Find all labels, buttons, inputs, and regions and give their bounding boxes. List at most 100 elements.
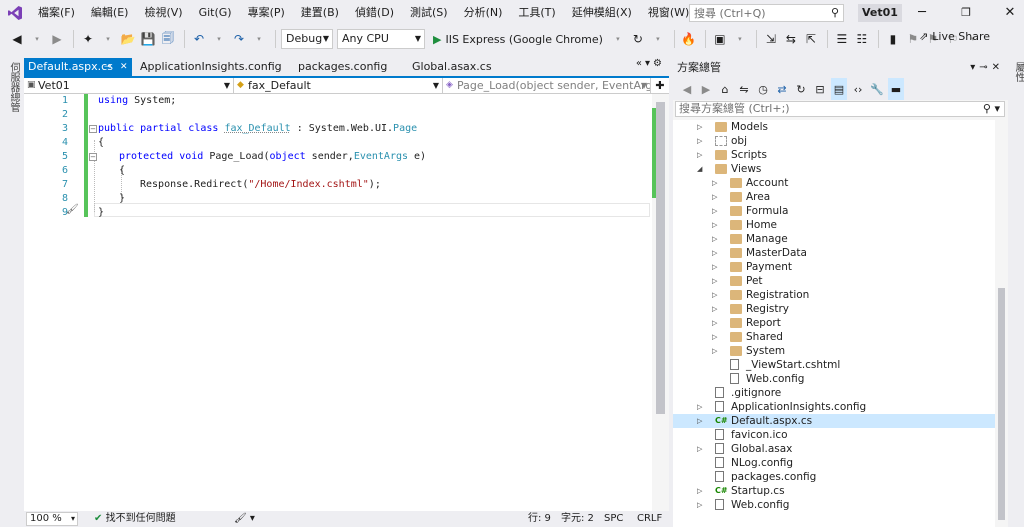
solution-explorer-search-input[interactable]: 搜尋方案總管 (Ctrl+;) ⚲ ▾	[675, 101, 1005, 117]
tree-item[interactable]: ▷ C# Default.aspx.cs	[673, 414, 995, 428]
collapsed-chevron-icon[interactable]: ▷	[712, 330, 717, 344]
expanded-chevron-icon[interactable]: ◢	[697, 162, 702, 176]
refresh-icon[interactable]: ↻	[793, 78, 809, 100]
undo-icon[interactable]: ↶	[190, 28, 208, 50]
settings-gear-icon[interactable]: ⚙	[653, 58, 665, 69]
code-cleanup-brush-icon[interactable]: 🖌	[66, 204, 79, 215]
code-editor[interactable]: 1 2 3 4 5 6 7 8 9 🖌 − − using System; public par…	[24, 94, 669, 511]
minimize-button[interactable]: ─	[902, 0, 942, 26]
tree-item[interactable]: ▷ Manage	[673, 232, 995, 246]
menu-item[interactable]: 專案(P)	[240, 0, 293, 26]
platform-select[interactable]: Any CPU ▼	[337, 29, 425, 49]
close-icon[interactable]: ✕	[120, 58, 128, 76]
switch-views-icon[interactable]: ⇋	[736, 78, 752, 100]
tree-item[interactable]: favicon.ico	[673, 428, 995, 442]
close-window-button[interactable]: ✕	[990, 0, 1024, 26]
solution-tree[interactable]: ▷ Models ▷ obj ▷ Scripts ◢ Views ▷ Account ▷ Area ▷ F…	[673, 120, 995, 527]
tree-item[interactable]: NLog.config	[673, 456, 995, 470]
properties-wrench-icon[interactable]: 🔧	[869, 78, 885, 100]
line-number-status[interactable]: 行: 9	[528, 511, 551, 527]
pending-changes-filter-icon[interactable]: ◷	[755, 78, 771, 100]
close-icon[interactable]: ✕	[992, 62, 1004, 73]
menu-item[interactable]: 工具(T)	[510, 0, 563, 26]
tree-item[interactable]: ▷ Formula	[673, 204, 995, 218]
start-debugging-button[interactable]: ▶ IIS Express (Google Chrome)	[429, 28, 607, 50]
tree-item[interactable]: ▷ Registration	[673, 288, 995, 302]
server-explorer-tab[interactable]: 伺服器總管	[6, 62, 21, 112]
tree-item[interactable]: ▷ Scripts	[673, 148, 995, 162]
code-cleanup-status-icon[interactable]: 🖌 ▾	[234, 511, 255, 527]
view-code-icon[interactable]: ‹›	[850, 78, 866, 100]
line-ending-status[interactable]: CRLF	[637, 511, 662, 527]
menu-item[interactable]: 檢視(V)	[136, 0, 190, 26]
collapsed-chevron-icon[interactable]: ▷	[697, 400, 702, 414]
menu-item[interactable]: 檔案(F)	[30, 0, 83, 26]
column-status[interactable]: 字元: 2	[561, 511, 594, 527]
zoom-select[interactable]: 100 % ▾	[26, 512, 78, 526]
configuration-select[interactable]: Debug ▼	[281, 29, 333, 49]
screenshot-icon[interactable]: ▣	[711, 28, 729, 50]
tree-item[interactable]: _ViewStart.cshtml	[673, 358, 995, 372]
undo-dropdown-icon[interactable]: ▾	[210, 28, 228, 50]
collapsed-chevron-icon[interactable]: ▷	[712, 274, 717, 288]
collapsed-chevron-icon[interactable]: ▷	[697, 414, 702, 428]
menu-item[interactable]: 分析(N)	[456, 0, 511, 26]
menu-item[interactable]: 延伸模組(X)	[564, 0, 640, 26]
tree-item[interactable]: ▷ Home	[673, 218, 995, 232]
split-editor-icon[interactable]: ✚	[651, 78, 669, 93]
class-dropdown[interactable]: ◆ fax_Default ▼	[234, 78, 443, 93]
navigate-forward-icon[interactable]: ▶	[48, 28, 66, 50]
collapsed-chevron-icon[interactable]: ▷	[712, 344, 717, 358]
collapsed-chevron-icon[interactable]: ▷	[697, 442, 702, 456]
collapse-all-icon[interactable]: ⊟	[812, 78, 828, 100]
collapsed-chevron-icon[interactable]: ▷	[712, 218, 717, 232]
redo-dropdown-icon[interactable]: ▾	[250, 28, 268, 50]
tree-item[interactable]: ▷ Payment	[673, 260, 995, 274]
properties-tab[interactable]: 屬性	[1011, 62, 1024, 82]
collapsed-chevron-icon[interactable]: ▷	[712, 232, 717, 246]
back-icon[interactable]: ◀	[679, 78, 695, 100]
browser-link-icon[interactable]: 🔥	[680, 28, 698, 50]
solution-tree-scrollbar[interactable]	[995, 120, 1008, 527]
collapsed-chevron-icon[interactable]: ▷	[697, 134, 702, 148]
quick-search-input[interactable]: 搜尋 (Ctrl+Q) ⚲	[689, 4, 844, 22]
save-icon[interactable]: 💾	[139, 28, 157, 50]
pin-icon[interactable]: ⊸	[104, 58, 112, 76]
open-file-icon[interactable]: 📂	[119, 28, 137, 50]
tree-item[interactable]: ▷ System	[673, 344, 995, 358]
navigate-back-icon[interactable]: ◀	[8, 28, 26, 50]
editor-vertical-scrollbar[interactable]	[652, 94, 669, 511]
tree-item[interactable]: ▷ Account	[673, 176, 995, 190]
collapsed-chevron-icon[interactable]: ▷	[712, 176, 717, 190]
tree-item[interactable]: ▷ Web.config	[673, 498, 995, 512]
tree-item[interactable]: Web.config	[673, 372, 995, 386]
refresh-browser-icon[interactable]: ↻	[629, 28, 647, 50]
menu-item[interactable]: 編輯(E)	[83, 0, 137, 26]
tree-item[interactable]: ▷ Report	[673, 316, 995, 330]
tree-item[interactable]: .gitignore	[673, 386, 995, 400]
tree-item[interactable]: ▷ Shared	[673, 330, 995, 344]
menu-item[interactable]: 偵錯(D)	[347, 0, 402, 26]
collapsed-chevron-icon[interactable]: ▷	[712, 246, 717, 260]
new-project-icon[interactable]: ✦	[79, 28, 97, 50]
tab-list-dropdown-icon[interactable]: ▾	[645, 58, 653, 69]
tree-item[interactable]: ▷ Models	[673, 120, 995, 134]
tab-packages-config[interactable]: packages.config	[294, 58, 387, 76]
tree-item[interactable]: ▷ MasterData	[673, 246, 995, 260]
step-out-icon[interactable]: ⇱	[802, 28, 820, 50]
uncomment-lines-icon[interactable]: ☷	[853, 28, 871, 50]
restore-button[interactable]: ❐	[946, 0, 986, 26]
forward-icon[interactable]: ▶	[698, 78, 714, 100]
new-dropdown-icon[interactable]: ▾	[99, 28, 117, 50]
collapsed-chevron-icon[interactable]: ▷	[712, 260, 717, 274]
tree-item[interactable]: ▷ C# Startup.cs	[673, 484, 995, 498]
tree-item[interactable]: ▷ Area	[673, 190, 995, 204]
tab-applicationinsights-config[interactable]: ApplicationInsights.config	[136, 58, 282, 76]
collapsed-chevron-icon[interactable]: ▷	[697, 484, 702, 498]
whitespace-status[interactable]: SPC	[604, 511, 623, 527]
scrollbar-thumb[interactable]	[998, 288, 1005, 520]
collapsed-chevron-icon[interactable]: ▷	[697, 120, 702, 134]
sync-icon[interactable]: ⇄	[774, 78, 790, 100]
step-into-icon[interactable]: ⇲	[762, 28, 780, 50]
project-dropdown[interactable]: ▣ Vet01 ▼	[24, 78, 234, 93]
